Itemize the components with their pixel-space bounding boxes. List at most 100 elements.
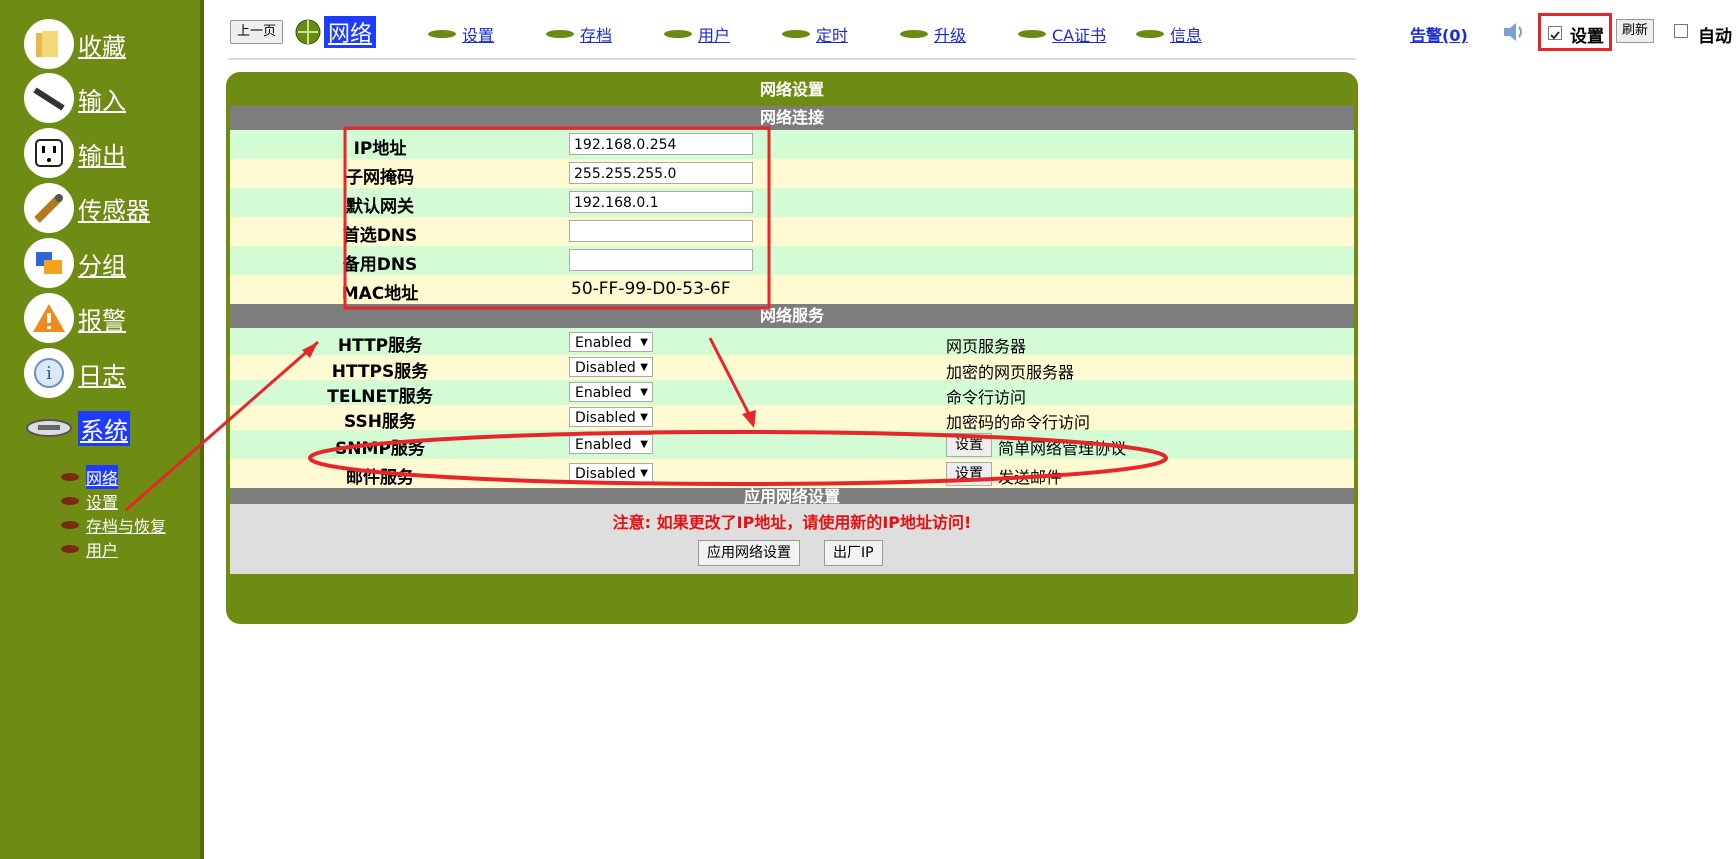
- nav-link-archive[interactable]: 存档: [546, 22, 612, 46]
- current-tab-network[interactable]: 网络: [294, 16, 377, 48]
- panel-title: 网络设置: [759, 80, 824, 99]
- nav-link-ca-cert[interactable]: CA证书: [1018, 22, 1106, 46]
- sidebar-item-output[interactable]: 输出: [24, 127, 126, 179]
- power-outlet-icon: [24, 128, 74, 178]
- nav-link-info[interactable]: 信息: [1136, 22, 1202, 46]
- refresh-button[interactable]: 刷新: [1616, 19, 1655, 43]
- mail-desc: 发送邮件: [998, 468, 1063, 487]
- sidebar-item-label: 报警: [78, 306, 126, 335]
- pill-icon: [664, 30, 692, 38]
- apply-area: 注意: 如果更改了IP地址，请使用新的IP地址访问! 应用网络设置 出厂IP: [230, 504, 1354, 574]
- warning-icon: [24, 293, 74, 343]
- subnet-label: 子网掩码: [346, 168, 414, 188]
- subnet-input[interactable]: 255.255.255.0: [569, 162, 753, 184]
- gateway-input[interactable]: 192.168.0.1: [569, 191, 753, 213]
- snmp-label: SNMP服务: [335, 439, 425, 459]
- row-dns2: 备用DNS: [230, 246, 1354, 275]
- sidebar-item-group[interactable]: 分组: [24, 237, 126, 289]
- settings-checkbox-label: 设置: [1570, 27, 1604, 47]
- row-https: HTTPS服务 Disabled ▼ 加密的网页服务器: [230, 355, 1354, 382]
- sidebar-sub-backup[interactable]: 存档与恢复: [60, 514, 166, 536]
- sidebar-item-favorites[interactable]: 收藏: [24, 18, 126, 70]
- telnet-label: TELNET服务: [327, 387, 433, 407]
- row-snmp: SNMP服务 Enabled ▼ 设置 简单网络管理协议: [230, 430, 1354, 459]
- dns2-label: 备用DNS: [342, 255, 418, 275]
- ip-input[interactable]: 192.168.0.254: [569, 133, 753, 155]
- sidebar-item-label: 输入: [78, 86, 126, 115]
- https-select[interactable]: Disabled ▼: [569, 357, 653, 377]
- http-select[interactable]: Enabled ▼: [569, 332, 653, 352]
- book-icon: [61, 497, 79, 505]
- ssh-select[interactable]: Disabled ▼: [569, 407, 653, 427]
- speaker-icon[interactable]: [1502, 20, 1524, 44]
- ip-label: IP地址: [353, 139, 407, 159]
- nav-divider: [228, 58, 1356, 60]
- sidebar-sub-users[interactable]: 用户: [60, 538, 118, 560]
- sidebar-item-system[interactable]: 系统: [24, 402, 130, 454]
- sidebar-item-label: 系统: [78, 410, 130, 446]
- sidebar-item-label: 输出: [78, 141, 126, 170]
- group-icon: [24, 238, 74, 288]
- dns1-label: 首选DNS: [342, 226, 418, 246]
- globe-icon: [295, 19, 321, 45]
- auto-checkbox-label: 自动: [1698, 27, 1732, 47]
- sidebar-item-alarm[interactable]: 报警: [24, 292, 126, 344]
- sidebar-item-input[interactable]: 输入: [24, 72, 126, 124]
- dropdown-arrow-icon: ▼: [640, 337, 648, 348]
- mail-settings-button[interactable]: 设置: [946, 462, 992, 486]
- https-label: HTTPS服务: [331, 362, 429, 382]
- dropdown-arrow-icon: ▼: [640, 387, 648, 398]
- section-network-connection: 网络连接: [230, 106, 1354, 130]
- dns1-input[interactable]: [569, 220, 753, 242]
- sidebar-sub-network[interactable]: 网络: [60, 465, 119, 489]
- row-dns1: 首选DNS: [230, 217, 1354, 246]
- snmp-settings-button[interactable]: 设置: [946, 433, 992, 457]
- auto-checkbox[interactable]: [1674, 24, 1688, 38]
- apply-network-button[interactable]: 应用网络设置: [698, 540, 800, 566]
- svg-text:i: i: [46, 363, 52, 384]
- row-gateway: 默认网关 192.168.0.1: [230, 188, 1354, 217]
- nav-link-timer[interactable]: 定时: [782, 22, 848, 46]
- book-icon: [61, 545, 79, 553]
- row-mac: MAC地址 50-FF-99-D0-53-6F: [230, 275, 1354, 304]
- prev-page-button[interactable]: 上一页: [230, 20, 284, 44]
- cable-icon: [24, 73, 74, 123]
- sidebar: 收藏 输入 输出 传感器 分组 报警 i 日志 系统 网络 设置 存档与恢复 用…: [0, 0, 204, 859]
- factory-ip-button[interactable]: 出厂IP: [824, 540, 883, 566]
- sidebar-item-label: 分组: [78, 251, 126, 280]
- section-network-services: 网络服务: [230, 304, 1354, 328]
- dropdown-arrow-icon: ▼: [640, 468, 648, 479]
- mail-select[interactable]: Disabled ▼: [569, 463, 653, 483]
- settings-checkbox[interactable]: [1548, 26, 1562, 40]
- sidebar-item-sensor[interactable]: 传感器: [24, 182, 150, 234]
- row-subnet: 子网掩码 255.255.255.0: [230, 159, 1354, 188]
- device-icon: [24, 403, 74, 453]
- network-settings-panel: 网络设置 网络连接 IP地址 192.168.0.254 子网掩码 255.25…: [226, 72, 1358, 624]
- http-desc: 网页服务器: [946, 337, 1027, 356]
- nav-link-upgrade[interactable]: 升级: [900, 22, 966, 46]
- row-telnet: TELNET服务 Enabled ▼ 命令行访问: [230, 380, 1354, 407]
- row-ip: IP地址 192.168.0.254: [230, 130, 1354, 159]
- sidebar-item-log[interactable]: i 日志: [24, 347, 126, 399]
- sidebar-item-label: 收藏: [78, 32, 126, 61]
- dropdown-arrow-icon: ▼: [640, 362, 648, 373]
- checkmark-icon: [1550, 31, 1560, 40]
- row-mail: 邮件服务 Disabled ▼ 设置 发送邮件: [230, 459, 1354, 488]
- snmp-select[interactable]: Enabled ▼: [569, 434, 653, 454]
- mac-value: 50-FF-99-D0-53-6F: [571, 279, 731, 299]
- pill-icon: [900, 30, 928, 38]
- ssh-label: SSH服务: [344, 412, 416, 432]
- pill-icon: [782, 30, 810, 38]
- book-icon: [61, 473, 79, 481]
- book-icon: [61, 521, 79, 529]
- sidebar-item-label: 日志: [78, 361, 126, 390]
- sidebar-sub-settings[interactable]: 设置: [60, 490, 118, 512]
- pill-icon: [546, 30, 574, 38]
- alarm-count-link[interactable]: 告警(0): [1410, 22, 1468, 46]
- nav-link-settings[interactable]: 设置: [428, 22, 494, 46]
- mac-label: MAC地址: [341, 284, 419, 304]
- nav-link-users[interactable]: 用户: [664, 22, 730, 46]
- dns2-input[interactable]: [569, 249, 753, 271]
- telnet-select[interactable]: Enabled ▼: [569, 382, 653, 402]
- pill-icon: [1018, 30, 1046, 38]
